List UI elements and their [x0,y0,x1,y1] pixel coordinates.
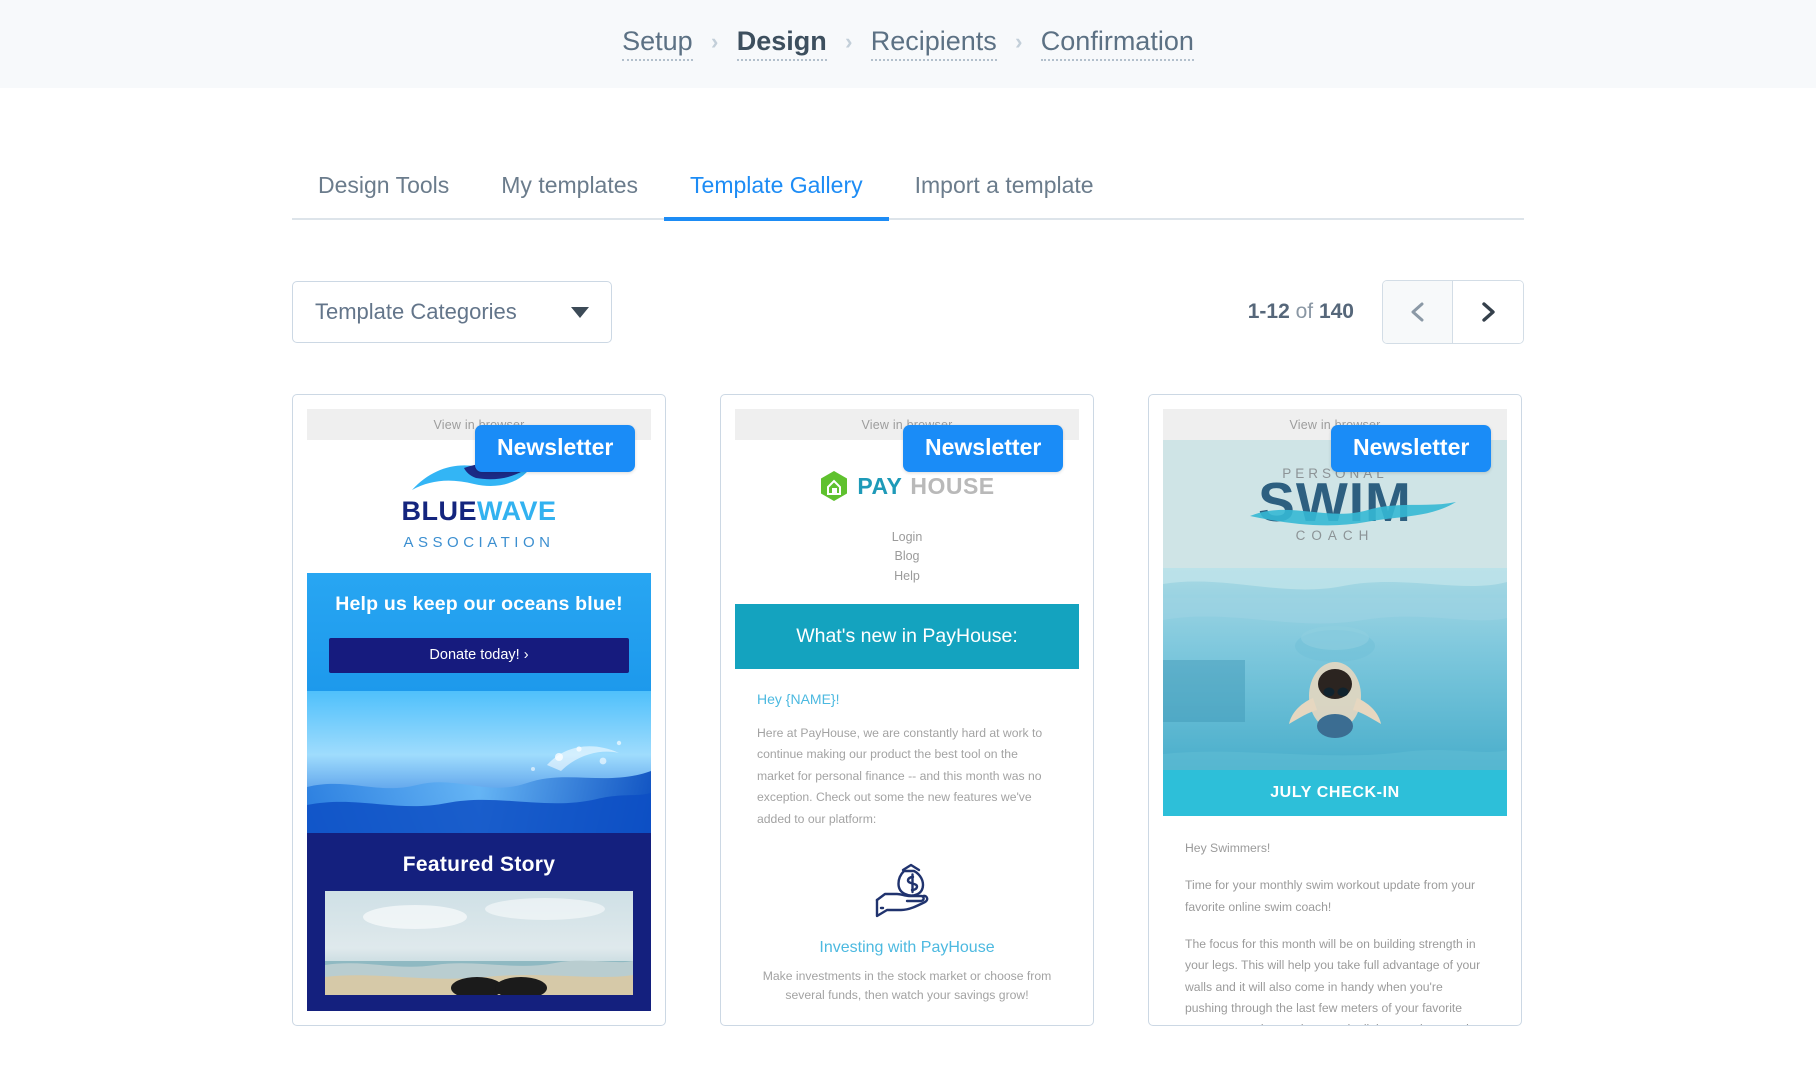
template-badge-newsletter: Newsletter [903,425,1064,472]
swim-paragraph-1: Time for your monthly swim workout updat… [1185,878,1476,914]
water-splash-image [307,691,651,833]
bluewave-wordmark: BLUEWAVE [307,496,651,527]
pagination-of: of [1289,300,1319,323]
wizard-breadcrumb-header: Setup › Design › Recipients › Confirmati… [0,0,1816,88]
tab-import-a-template[interactable]: Import a template [889,160,1120,221]
bluewave-cta-block: Help us keep our oceans blue! Donate tod… [307,573,651,691]
pagination-count: 1-12 of 140 [1248,300,1354,324]
payhouse-teamwork-block [735,1006,1079,1025]
swim-wordmark: SWIM [1250,474,1457,530]
payhouse-feature-title: Investing with PayHouse [819,938,995,956]
breadcrumb-step-confirmation[interactable]: Confirmation [1040,26,1194,62]
template-preview: View in browser PAYHOUSE Login Blog [735,409,1079,1025]
tab-my-templates[interactable]: My templates [475,160,664,221]
template-badge-newsletter: Newsletter [1331,425,1492,472]
beach-sunglasses-image [325,891,633,995]
payhouse-paragraph: Here at PayHouse, we are constantly hard… [757,726,1043,826]
house-hexagon-icon [821,471,848,501]
payhouse-body: Hey {NAME}! Here at PayHouse, we are con… [735,669,1079,830]
payhouse-banner: What's new in PayHouse: [735,604,1079,670]
payhouse-word-pay: PAY [857,472,903,499]
chevron-right-icon [1482,302,1495,322]
breadcrumb-separator-icon: › [1015,29,1023,54]
template-card-swim-coach[interactable]: Newsletter View in browser PERSONAL SWIM… [1148,394,1522,1026]
payhouse-nav-blog[interactable]: Blog [735,547,1079,566]
bluewave-featured-photo [325,891,633,995]
payhouse-word-house: HOUSE [910,472,995,499]
bluewave-water-photo [307,691,651,833]
swim-greeting: Hey Swimmers! [1185,841,1271,855]
template-card-payhouse[interactable]: Newsletter View in browser PAYHOUSE Logi… [720,394,1094,1026]
bluewave-word-wave: WAVE [476,496,557,526]
template-categories-dropdown[interactable]: Template Categories [292,281,612,343]
pagination-prev-button[interactable] [1383,281,1453,343]
template-categories-label: Template Categories [315,299,517,324]
payhouse-nav-links: Login Blog Help [735,516,1079,604]
swim-hero: PERSONAL SWIM COACH [1163,440,1507,770]
hand-holding-money-bag-icon [875,863,929,918]
bluewave-subtitle: ASSOCIATION [403,534,555,551]
swim-banner-july-checkin: JULY CHECK-IN [1163,770,1507,816]
pagination-buttons [1382,280,1524,344]
payhouse-nav-help[interactable]: Help [735,567,1079,586]
chevron-left-icon [1411,302,1423,322]
tab-template-gallery[interactable]: Template Gallery [664,160,889,221]
template-preview: View in browser PERSONAL SWIM COACH [1163,409,1507,1025]
swim-body: Hey Swimmers! Time for your monthly swim… [1163,816,1507,1025]
breadcrumb-step-design[interactable]: Design [736,26,827,62]
breadcrumb-step-recipients[interactable]: Recipients [870,26,997,62]
bluewave-donate-button[interactable]: Donate today! › [329,638,629,673]
tab-design-tools[interactable]: Design Tools [292,160,475,221]
template-card-bluewave[interactable]: Newsletter View in browser BLUEWAVE ASSO… [292,394,666,1026]
main-content: Design Tools My templates Template Galle… [0,160,1816,1026]
chevron-down-icon [571,306,589,318]
pagination-total: 140 [1318,300,1354,323]
wave-stripe-icon [1250,501,1457,525]
breadcrumb-separator-icon: › [711,29,719,54]
breadcrumb-separator-icon: › [845,29,853,54]
pagination: 1-12 of 140 [1248,280,1524,344]
swim-pool-photo [1163,568,1507,770]
template-badge-newsletter: Newsletter [475,425,636,472]
bluewave-cta-heading: Help us keep our oceans blue! [335,593,623,615]
gallery-toolbar: Template Categories 1-12 of 140 [292,280,1524,344]
template-preview: View in browser BLUEWAVE ASSOCIATION Hel… [307,409,651,1025]
payhouse-nav-login[interactable]: Login [735,528,1079,547]
payhouse-wordmark: PAY HOUSE [735,470,1079,502]
template-gallery-grid: Newsletter View in browser BLUEWAVE ASSO… [292,394,1524,1026]
breadcrumb-step-setup[interactable]: Setup [622,26,693,62]
payhouse-feature-desc: Make investments in the stock market or … [762,968,1052,1003]
bluewave-featured-block: Featured Story [307,833,651,1011]
payhouse-greeting: Hey {NAME}! [757,691,840,708]
pagination-next-button[interactable] [1453,281,1523,343]
bluewave-featured-title: Featured Story [402,853,556,876]
underwater-swimmer-image [1163,568,1507,770]
swim-paragraph-2: The focus for this month will be on buil… [1185,937,1482,1025]
payhouse-feature-block: Investing with PayHouse Make investments… [735,830,1079,1006]
pagination-range: 1-12 [1247,300,1290,323]
template-tabs: Design Tools My templates Template Galle… [292,160,1524,221]
bluewave-word-blue: BLUE [401,496,477,526]
